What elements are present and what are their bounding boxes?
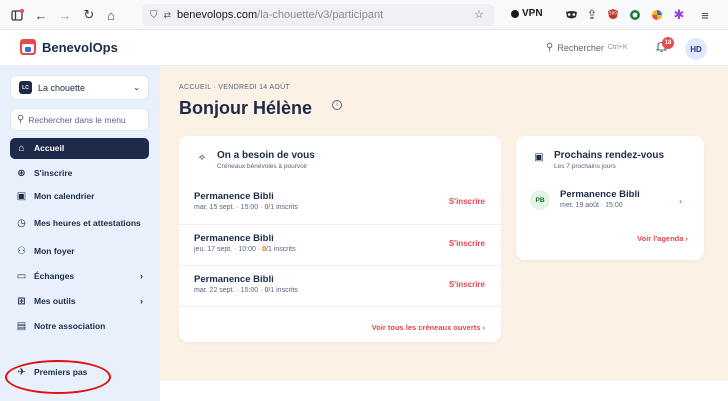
browser-toolbar: ← → ↻ ⌂ ⛉ ⇄ benevolops.com/la-chouette/v… — [0, 0, 728, 30]
user-avatar[interactable]: HD — [685, 38, 707, 60]
list-item: Permanence Bibli jeu. 17 sept. · 10:00 ·… — [179, 224, 501, 264]
home-browser-icon[interactable]: ⌂ — [102, 6, 120, 24]
sidebar-item-heures[interactable]: ◷ Mes heures et attestations — [10, 209, 149, 237]
bookmark-star-icon[interactable]: ☆ — [474, 8, 484, 21]
event-meta: mer. 19 août · 15:00 — [560, 202, 623, 209]
divider — [179, 306, 501, 307]
sidebar-item-calendrier[interactable]: ▣ Mon calendrier — [10, 186, 149, 206]
shield-icon: ⛉ — [150, 9, 158, 21]
sidebar-toggle-icon[interactable] — [8, 6, 26, 24]
bottom-strip — [160, 381, 728, 401]
sidebar-item-sinscrire[interactable]: ⊕ S'inscrire — [10, 163, 149, 183]
needs-card: ⟡ On a besoin de vous Créneaux bénévoles… — [179, 136, 501, 342]
chevron-right-icon: › — [140, 296, 143, 306]
search-icon: ⚲ — [17, 114, 25, 125]
info-icon[interactable]: i — [332, 100, 342, 110]
page-title: Bonjour Hélène — [179, 98, 313, 118]
plus-circle-icon: ⊕ — [17, 167, 26, 179]
puzzle-extension-icon[interactable]: ✱ — [670, 6, 688, 24]
forward-icon[interactable]: → — [56, 6, 74, 24]
agenda-link[interactable]: Voir l'agenda › — [637, 234, 688, 243]
app-header: BenevolOps ⚲ Rechercher Ctrl+K 18 HD — [0, 30, 728, 66]
org-selector[interactable]: LC La chouette ⌄ — [10, 75, 149, 100]
sidebar-item-echanges[interactable]: ▭ Échanges › — [10, 266, 149, 286]
vpn-extension[interactable]: VPN — [511, 8, 543, 19]
annotation-circle — [5, 360, 111, 394]
upcoming-card-title: Prochains rendez-vous — [554, 150, 665, 161]
sidebar-item-association[interactable]: ▤ Notre association — [10, 316, 149, 336]
chevron-right-icon[interactable]: › — [679, 196, 682, 206]
org-name: La chouette — [38, 82, 86, 93]
menu-search[interactable]: ⚲ — [10, 108, 149, 131]
needs-card-title: On a besoin de vous — [217, 150, 315, 161]
sidebar: LC La chouette ⌄ ⚲ ⌂ Accueil ⊕ S'inscrir… — [0, 66, 160, 401]
chat-icon: ▭ — [16, 270, 27, 282]
upcoming-card: ▣ Prochains rendez-vous Les 7 prochains … — [516, 136, 704, 260]
menu-hamburger-icon[interactable]: ≡ — [696, 6, 714, 24]
sidebar-item-outils[interactable]: ⊞ Mes outils › — [10, 291, 149, 311]
building-icon: ▤ — [16, 320, 27, 332]
url-host: benevolops.com — [177, 9, 258, 21]
share-icon[interactable]: ⇪ — [583, 6, 601, 24]
mask-extension-icon[interactable] — [562, 6, 580, 24]
signup-button[interactable]: S'inscrire — [449, 280, 485, 289]
menu-search-input[interactable] — [28, 114, 142, 125]
calendar-check-icon: ▣ — [534, 152, 544, 163]
users-icon: ⚇ — [17, 245, 26, 257]
event-title: Permanence Bibli — [560, 189, 640, 200]
see-all-slots-link[interactable]: Voir tous les créneaux ouverts › — [372, 323, 485, 332]
colorful-extension-icon[interactable] — [648, 6, 666, 24]
calendar-icon: ▣ — [16, 190, 27, 202]
toolbox-icon: ⊞ — [17, 295, 26, 307]
chevron-right-icon: › — [140, 271, 143, 281]
upcoming-card-subtitle: Les 7 prochains jours — [554, 163, 616, 170]
signup-button[interactable]: S'inscrire — [449, 239, 485, 248]
reload-icon[interactable]: ↻ — [80, 6, 98, 24]
home-icon: ⌂ — [18, 143, 25, 154]
search-label: Rechercher — [557, 42, 604, 53]
page-settings-icon[interactable]: ⇄ — [164, 10, 172, 21]
logo-icon — [20, 39, 36, 55]
chevron-down-icon: ⌄ — [133, 83, 140, 92]
shield-extension-icon[interactable]: S00 — [604, 6, 622, 24]
vpn-dot-icon — [511, 9, 519, 18]
app-logo[interactable]: BenevolOps — [20, 39, 118, 55]
upcoming-card-header: ▣ Prochains rendez-vous Les 7 prochains … — [532, 150, 664, 170]
circle-extension-icon[interactable] — [626, 6, 644, 24]
list-item: Permanence Bibli mar. 15 sept. · 15:00 ·… — [194, 191, 485, 211]
global-search[interactable]: ⚲ Rechercher Ctrl+K — [546, 42, 628, 53]
breadcrumb: ACCUEIL · VENDREDI 14 AOÛT — [179, 84, 291, 91]
address-bar[interactable]: ⛉ ⇄ benevolops.com/la-chouette/v3/partic… — [142, 4, 494, 26]
signup-button[interactable]: S'inscrire — [449, 197, 485, 206]
upcoming-item[interactable]: PB Permanence Bibli mer. 19 août · 15:00 — [530, 186, 690, 214]
search-shortcut: Ctrl+K — [607, 44, 628, 51]
svg-text:S00: S00 — [609, 11, 617, 16]
list-item: Permanence Bibli mar. 22 sept. · 15:00 ·… — [179, 265, 501, 305]
app-name: BenevolOps — [42, 39, 118, 55]
main-content: ACCUEIL · VENDREDI 14 AOÛT Bonjour Hélèn… — [160, 66, 728, 381]
back-icon[interactable]: ← — [32, 6, 50, 24]
sidebar-item-foyer[interactable]: ⚇ Mon foyer — [10, 241, 149, 261]
needs-card-subtitle: Créneaux bénévoles à pourvoir — [217, 163, 308, 170]
event-avatar: PB — [530, 190, 550, 210]
sidebar-item-accueil[interactable]: ⌂ Accueil — [10, 138, 149, 159]
search-icon: ⚲ — [546, 42, 554, 53]
url-path: /la-chouette/v3/participant — [257, 9, 384, 21]
org-badge: LC — [19, 81, 32, 94]
handshake-icon: ⟡ — [198, 152, 206, 163]
clock-icon: ◷ — [17, 217, 26, 229]
notification-badge: 18 — [662, 37, 674, 49]
needs-card-header: ⟡ On a besoin de vous Créneaux bénévoles… — [195, 150, 315, 170]
